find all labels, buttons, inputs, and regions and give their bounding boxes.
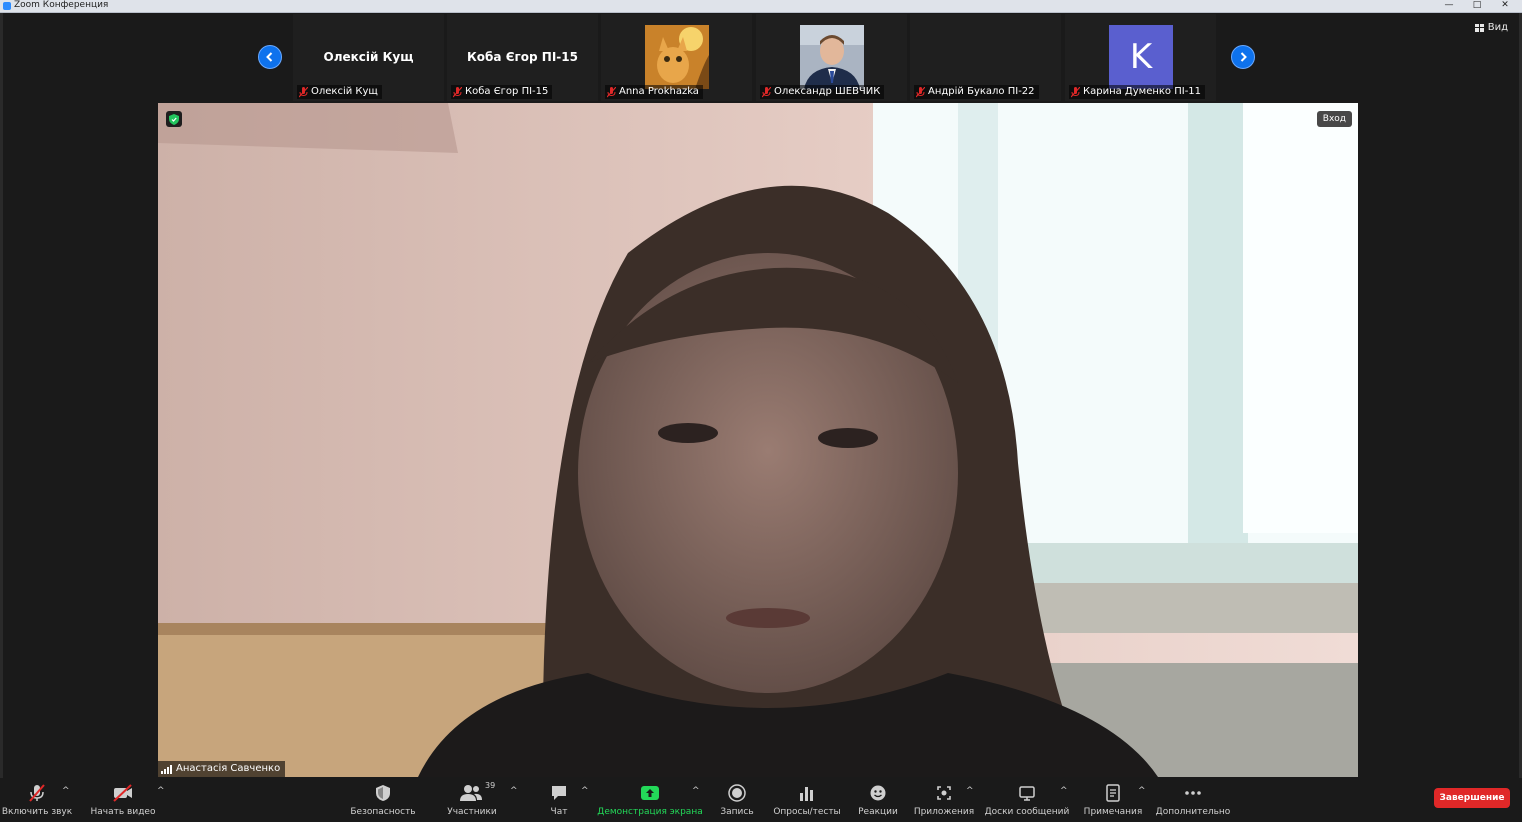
view-button-label: Вид bbox=[1487, 22, 1508, 33]
security-button[interactable]: Безопасность bbox=[350, 782, 416, 820]
polls-label: Опросы/тесты bbox=[773, 807, 841, 817]
chevron-left-icon bbox=[266, 52, 273, 62]
window-border-left bbox=[0, 13, 3, 822]
mic-off-icon bbox=[299, 86, 308, 97]
participant-name: Андрій Букало ПІ-22 bbox=[928, 86, 1035, 97]
participant-tile[interactable]: Коба Єгор ПІ-15 Коба Єгор ПІ-15 bbox=[447, 14, 598, 101]
next-page-button[interactable] bbox=[1231, 45, 1255, 69]
security-label: Безопасность bbox=[350, 807, 416, 817]
polls-button[interactable]: Опросы/тесты bbox=[772, 782, 842, 820]
participant-tile[interactable]: Олексій Кущ Олексій Кущ bbox=[293, 14, 444, 101]
man-profile-photo bbox=[800, 25, 864, 89]
notes-icon bbox=[1105, 782, 1121, 804]
participant-name: Олексій Кущ bbox=[311, 86, 378, 97]
mic-off-icon bbox=[1071, 86, 1080, 97]
enter-fullscreen-button[interactable]: Вход bbox=[1316, 111, 1352, 127]
previous-page-button[interactable] bbox=[258, 45, 282, 69]
record-label: Запись bbox=[720, 807, 754, 817]
more-dots-icon bbox=[1184, 782, 1202, 804]
apps-button[interactable]: Приложения bbox=[914, 782, 974, 820]
participants-count: 39 bbox=[485, 781, 496, 790]
close-window-button[interactable]: ✕ bbox=[1492, 0, 1518, 12]
participant-label: Олексій Кущ bbox=[297, 85, 382, 99]
participant-label: Карина Думенко ПІ-11 bbox=[1069, 85, 1206, 99]
participant-name: Олександр ШЕВЧИК bbox=[774, 86, 881, 97]
whiteboards-label: Доски сообщений bbox=[984, 807, 1070, 817]
speaker-name-label: Анастасія Савченко bbox=[158, 761, 286, 777]
chat-button[interactable]: Чат bbox=[540, 782, 578, 820]
video-options-caret[interactable]: ^ bbox=[157, 786, 165, 796]
start-video-button[interactable]: Начать видео bbox=[90, 782, 156, 820]
bar-chart-icon bbox=[799, 782, 815, 804]
participants-options-caret[interactable]: ^ bbox=[510, 786, 518, 796]
reactions-label: Реакции bbox=[858, 807, 898, 817]
maximize-button[interactable]: □ bbox=[1464, 0, 1490, 12]
participants-label: Участники bbox=[447, 807, 497, 817]
end-meeting-button[interactable]: Завершение bbox=[1434, 788, 1510, 808]
chat-label: Чат bbox=[550, 807, 568, 817]
participant-display-name: Олексій Кущ bbox=[323, 50, 414, 64]
video-off-icon bbox=[112, 782, 134, 804]
more-button[interactable]: Дополнительно bbox=[1156, 782, 1230, 820]
participant-label: Anna Prokhazka bbox=[605, 85, 703, 99]
mic-muted-icon bbox=[27, 782, 47, 804]
unmute-label: Включить звук bbox=[1, 807, 73, 817]
security-shield-icon[interactable] bbox=[166, 111, 182, 127]
apps-label: Приложения bbox=[913, 807, 975, 817]
shield-icon bbox=[374, 782, 392, 804]
participant-tile[interactable]: Андрій Букало ПІ-22 bbox=[910, 14, 1061, 101]
window-title-bar: Zoom Конференция — □ ✕ bbox=[0, 0, 1522, 13]
unmute-button[interactable]: Включить звук bbox=[1, 782, 73, 820]
participant-display-name: Коба Єгор ПІ-15 bbox=[467, 50, 578, 64]
mic-off-icon bbox=[762, 86, 771, 97]
whiteboard-icon bbox=[1018, 782, 1036, 804]
chevron-right-icon bbox=[1240, 52, 1247, 62]
reactions-button[interactable]: Реакции bbox=[856, 782, 900, 820]
participant-label: Андрій Букало ПІ-22 bbox=[914, 85, 1039, 99]
connection-signal-icon bbox=[161, 764, 172, 774]
share-screen-icon bbox=[640, 782, 660, 804]
active-speaker-video[interactable]: Вход Анастасія Савченко bbox=[158, 103, 1358, 777]
apps-options-caret[interactable]: ^ bbox=[966, 786, 974, 796]
chat-bubble-icon bbox=[550, 782, 568, 804]
participant-label: Олександр ШЕВЧИК bbox=[760, 85, 885, 99]
notes-button[interactable]: Примечания bbox=[1082, 782, 1144, 820]
share-options-caret[interactable]: ^ bbox=[692, 786, 700, 796]
minimize-button[interactable]: — bbox=[1436, 0, 1462, 12]
grid-view-icon bbox=[1474, 23, 1484, 32]
chat-options-caret[interactable]: ^ bbox=[581, 786, 589, 796]
record-icon bbox=[728, 782, 746, 804]
smiley-icon bbox=[869, 782, 887, 804]
share-screen-label: Демонстрация экрана bbox=[597, 807, 703, 817]
mic-off-icon bbox=[453, 86, 462, 97]
record-button[interactable]: Запись bbox=[716, 782, 758, 820]
whiteboards-button[interactable]: Доски сообщений bbox=[984, 782, 1070, 820]
window-title: Zoom Конференция bbox=[14, 0, 109, 10]
share-screen-button[interactable]: Демонстрация экрана bbox=[597, 782, 703, 820]
speaker-name: Анастасія Савченко bbox=[176, 763, 281, 774]
participant-name: Карина Думенко ПІ-11 bbox=[1083, 86, 1202, 97]
participants-icon bbox=[460, 782, 484, 804]
participant-tile[interactable]: Anna Prokhazka bbox=[601, 14, 752, 101]
meeting-toolbar: Включить звук ^ Начать видео ^ Безопасно… bbox=[0, 778, 1522, 822]
mic-off-icon bbox=[607, 86, 616, 97]
speaker-video-frame bbox=[158, 103, 1358, 777]
mic-off-icon bbox=[916, 86, 925, 97]
participant-tile[interactable]: K Карина Думенко ПІ-11 bbox=[1065, 14, 1216, 101]
start-video-label: Начать видео bbox=[90, 807, 156, 817]
participant-tile[interactable]: Олександр ШЕВЧИК bbox=[756, 14, 907, 101]
view-button[interactable]: Вид bbox=[1474, 22, 1508, 33]
notes-label: Примечания bbox=[1083, 807, 1143, 817]
audio-options-caret[interactable]: ^ bbox=[62, 786, 70, 796]
whiteboards-options-caret[interactable]: ^ bbox=[1060, 786, 1068, 796]
initial-avatar: K bbox=[1109, 25, 1173, 89]
participant-label: Коба Єгор ПІ-15 bbox=[451, 85, 553, 99]
more-label: Дополнительно bbox=[1155, 807, 1231, 817]
zoom-app-icon bbox=[3, 2, 11, 10]
cat-profile-photo bbox=[645, 25, 709, 89]
notes-options-caret[interactable]: ^ bbox=[1138, 786, 1146, 796]
apps-icon bbox=[935, 782, 953, 804]
participant-name: Anna Prokhazka bbox=[619, 86, 699, 97]
participant-name: Коба Єгор ПІ-15 bbox=[465, 86, 549, 97]
